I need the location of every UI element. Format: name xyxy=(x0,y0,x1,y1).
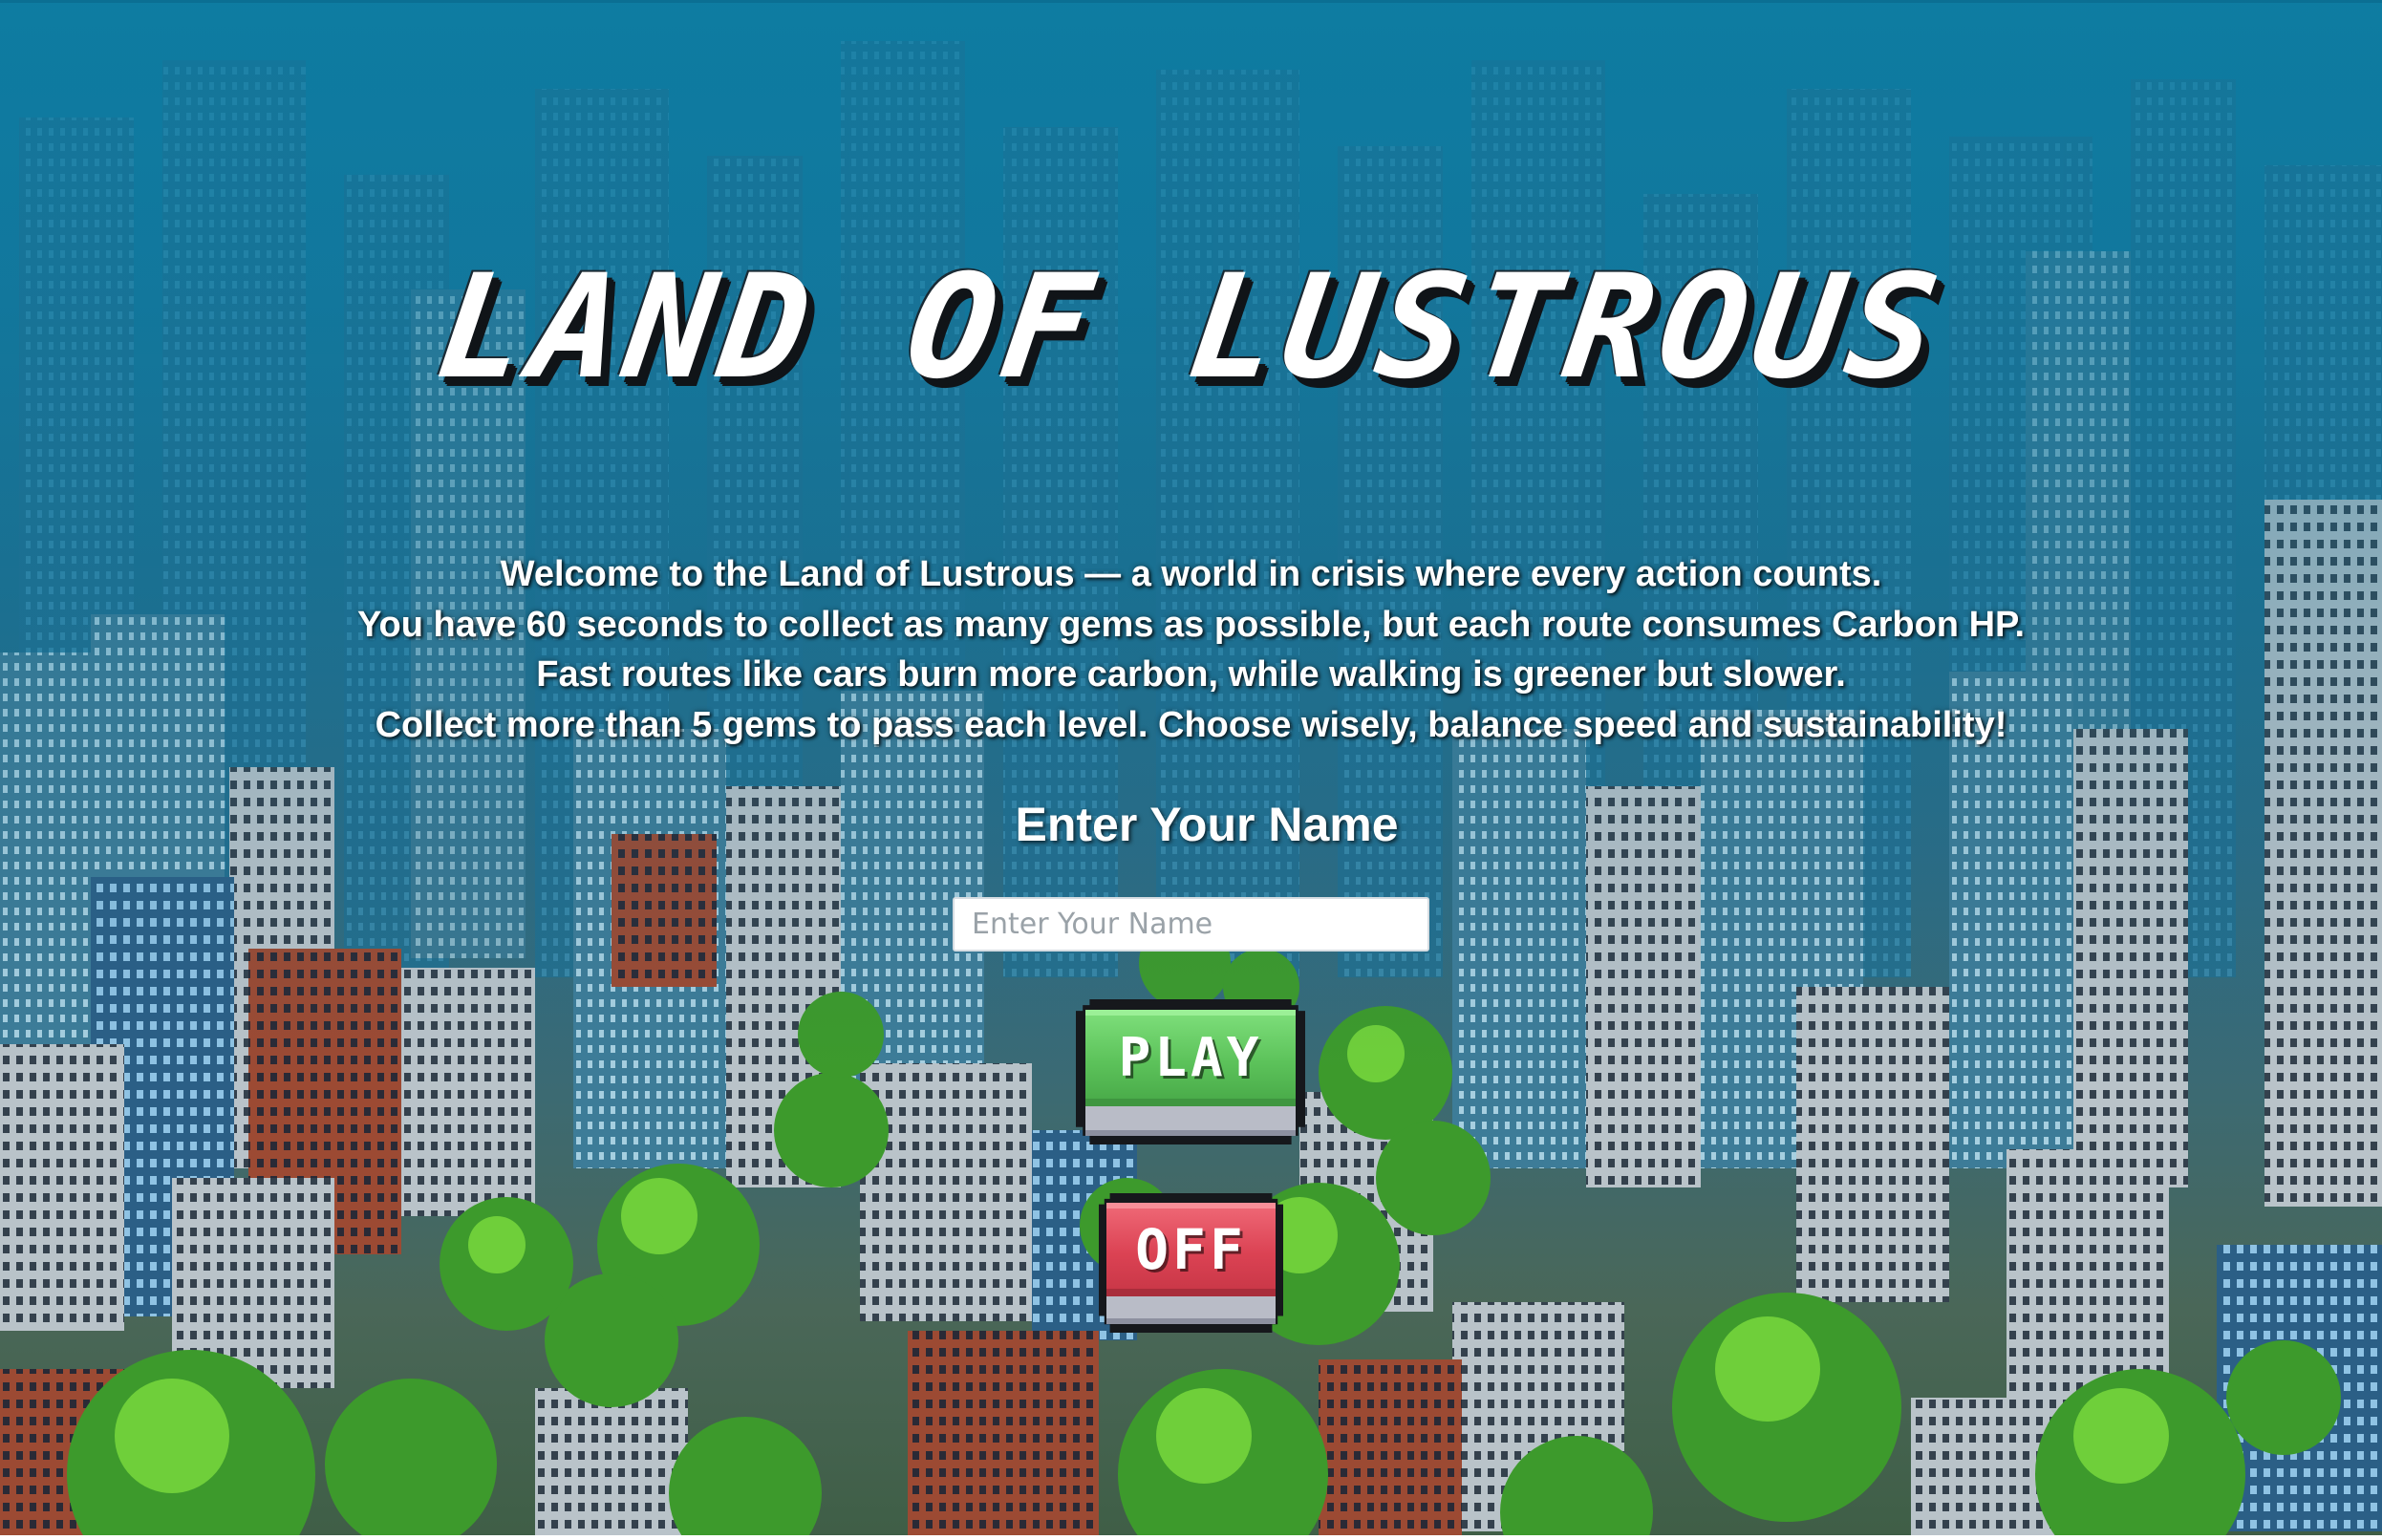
intro-line: Fast routes like cars burn more carbon, … xyxy=(536,654,1846,695)
name-input[interactable] xyxy=(953,897,1429,952)
intro-line: Collect more than 5 gems to pass each le… xyxy=(375,704,2007,745)
intro-line: Welcome to the Land of Lustrous — a worl… xyxy=(500,554,1882,594)
play-button[interactable]: PLAY xyxy=(1076,999,1305,1144)
bottom-border xyxy=(0,1535,2382,1540)
play-button-label: PLAY xyxy=(1084,1009,1297,1107)
name-prompt-heading: Enter Your Name xyxy=(1015,798,1399,851)
intro-line: You have 60 seconds to collect as many g… xyxy=(356,604,2026,645)
off-button-label: OFF xyxy=(1105,1203,1277,1297)
game-title: LAND OF LUSTROUS xyxy=(427,245,1955,411)
intro-text: Welcome to the Land of Lustrous — a worl… xyxy=(143,549,2239,750)
off-button[interactable]: OFF xyxy=(1099,1193,1283,1333)
title-screen: LAND OF LUSTROUS Welcome to the Land of … xyxy=(0,0,2382,1540)
